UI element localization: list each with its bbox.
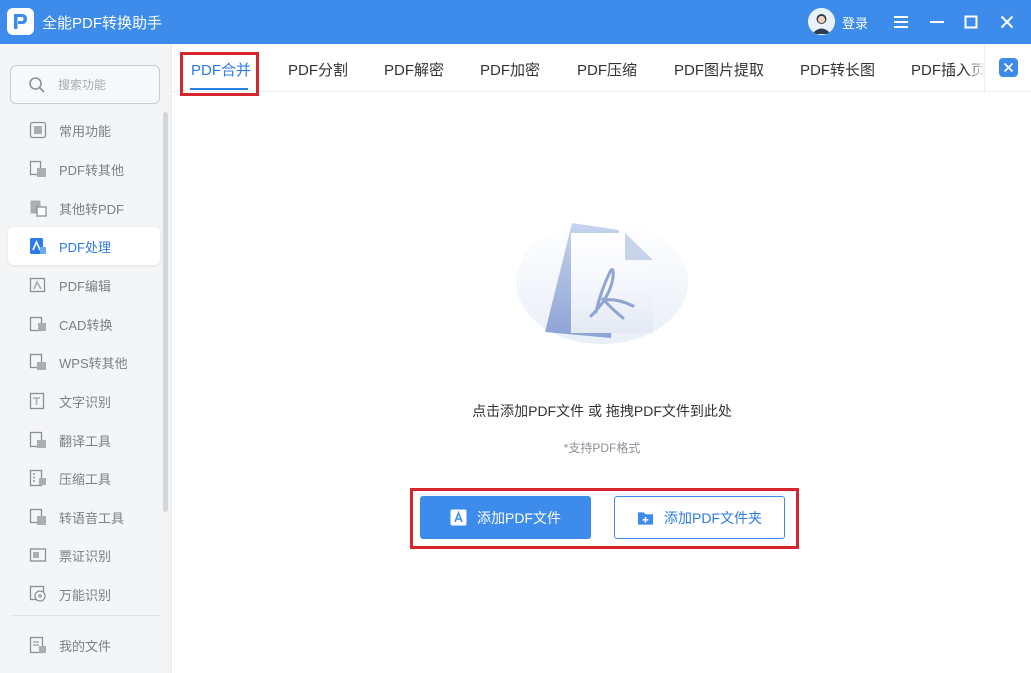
text-to-speech-icon — [28, 507, 48, 527]
sidebar-item-translate[interactable]: 翻译工具 — [8, 421, 160, 459]
maximize-icon[interactable] — [959, 10, 983, 34]
tab-pdf-long-image[interactable]: PDF转长图 — [800, 59, 875, 80]
minimize-icon[interactable] — [925, 10, 949, 34]
sidebar-item-label: 万能识别 — [59, 587, 112, 603]
search-input[interactable]: 搜索功能 — [10, 65, 160, 104]
cad-convert-icon — [28, 314, 48, 334]
tab-pdf-compress[interactable]: PDF压缩 — [577, 59, 637, 80]
sidebar-item-label: WPS转其他 — [59, 355, 128, 371]
drop-hint-text: 点击添加PDF文件 或 拖拽PDF文件到此处 — [472, 403, 732, 419]
tab-close-button[interactable] — [984, 44, 1031, 91]
sidebar-item-pdf-edit[interactable]: PDF编辑 — [8, 266, 160, 304]
app-logo-icon — [7, 8, 34, 35]
common-functions-icon — [28, 120, 48, 140]
sidebar-item-label: 其他转PDF — [59, 201, 125, 217]
sidebar-item-label: PDF编辑 — [59, 278, 112, 294]
sidebar-item-tts[interactable]: 转语音工具 — [8, 498, 160, 536]
tab-bar: PDF合并 PDF分割 PDF解密 PDF加密 PDF压缩 PDF图片提取 PD… — [172, 44, 1031, 92]
sidebar-item-label: 文字识别 — [59, 394, 112, 410]
sidebar-item-compress[interactable]: 压缩工具 — [8, 459, 160, 497]
sidebar-item-label: 压缩工具 — [59, 471, 112, 487]
add-pdf-file-icon — [450, 509, 467, 526]
pdf-edit-icon — [28, 275, 48, 295]
pdf-process-icon — [28, 236, 48, 256]
wps-convert-icon — [28, 352, 48, 372]
app-title: 全能PDF转换助手 — [42, 15, 163, 32]
sidebar-item-label: CAD转换 — [59, 317, 113, 333]
tab-pdf-split[interactable]: PDF分割 — [288, 59, 348, 80]
add-pdf-file-label: 添加PDF文件 — [477, 509, 561, 526]
title-bar: 全能PDF转换助手 登录 — [0, 0, 1031, 44]
sidebar-item-label: PDF转其他 — [59, 162, 125, 178]
add-pdf-folder-label: 添加PDF文件夹 — [664, 509, 762, 526]
highlight-frame-tab — [180, 52, 259, 96]
search-placeholder: 搜索功能 — [58, 78, 107, 92]
sidebar-item-pdf-to-other[interactable]: PDF转其他 — [8, 150, 160, 188]
login-link[interactable]: 登录 — [842, 13, 868, 32]
user-avatar[interactable] — [808, 8, 835, 35]
sidebar-item-cad[interactable]: CAD转换 — [8, 305, 160, 343]
ticket-recognition-icon — [28, 545, 48, 565]
close-icon[interactable] — [995, 10, 1019, 34]
tab-pdf-image-extract[interactable]: PDF图片提取 — [674, 59, 764, 80]
sidebar-item-ocr[interactable]: 文字识别 — [8, 382, 160, 420]
sidebar-item-label: PDF处理 — [59, 239, 112, 255]
sidebar-item-label: 转语音工具 — [59, 510, 125, 526]
close-icon — [998, 58, 1018, 77]
search-icon — [29, 76, 45, 93]
pdf-illustration — [515, 220, 690, 345]
universal-recognition-icon — [28, 584, 48, 604]
sidebar-item-label: 常用功能 — [59, 123, 112, 139]
tab-pdf-decrypt[interactable]: PDF解密 — [384, 59, 444, 80]
pdf-to-other-icon — [28, 159, 48, 179]
add-pdf-file-button[interactable]: 添加PDF文件 — [420, 496, 591, 539]
sidebar-item-pdf-process[interactable]: PDF处理 — [8, 227, 160, 265]
my-files-icon — [28, 635, 48, 655]
add-pdf-folder-button[interactable]: 添加PDF文件夹 — [614, 496, 785, 539]
sidebar-item-label: 票证识别 — [59, 548, 112, 564]
sidebar-item-ticket[interactable]: 票证识别 — [8, 536, 160, 574]
compress-icon — [28, 468, 48, 488]
tab-overflow-fade — [967, 44, 985, 91]
translate-icon — [28, 430, 48, 450]
sidebar-item-label: 翻译工具 — [59, 433, 112, 449]
sidebar-item-common[interactable]: 常用功能 — [8, 111, 160, 149]
sidebar-scrollbar[interactable] — [163, 112, 168, 512]
sidebar: 搜索功能 常用功能 PDF转其他 其他转PDF PDF处理 PDF编辑 CAD转… — [0, 44, 172, 673]
sidebar-item-label: 我的文件 — [59, 638, 112, 654]
tab-pdf-encrypt[interactable]: PDF加密 — [480, 59, 540, 80]
menu-icon[interactable] — [889, 10, 913, 34]
add-folder-icon — [637, 509, 654, 526]
support-note-text: *支持PDF格式 — [563, 441, 641, 455]
text-recognition-icon — [28, 391, 48, 411]
sidebar-item-universal[interactable]: 万能识别 — [8, 575, 160, 613]
sidebar-item-wps[interactable]: WPS转其他 — [8, 343, 160, 381]
sidebar-item-my-files[interactable]: 我的文件 — [8, 626, 160, 664]
other-to-pdf-icon — [28, 198, 48, 218]
sidebar-divider — [10, 615, 160, 616]
sidebar-item-other-to-pdf[interactable]: 其他转PDF — [8, 189, 160, 227]
